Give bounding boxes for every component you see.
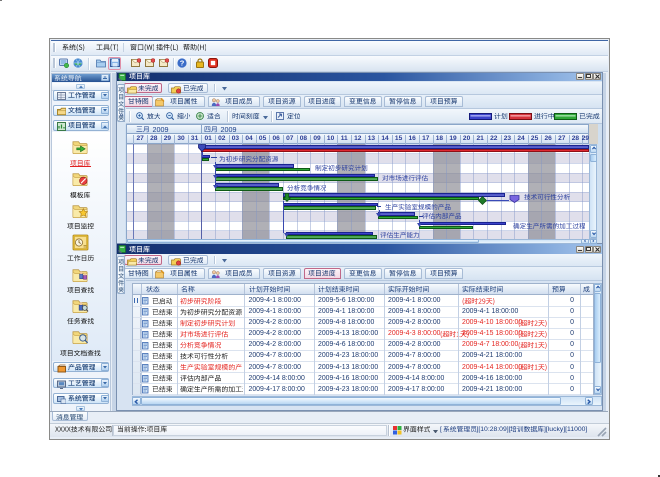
svg-text:?: ?: [179, 58, 184, 67]
